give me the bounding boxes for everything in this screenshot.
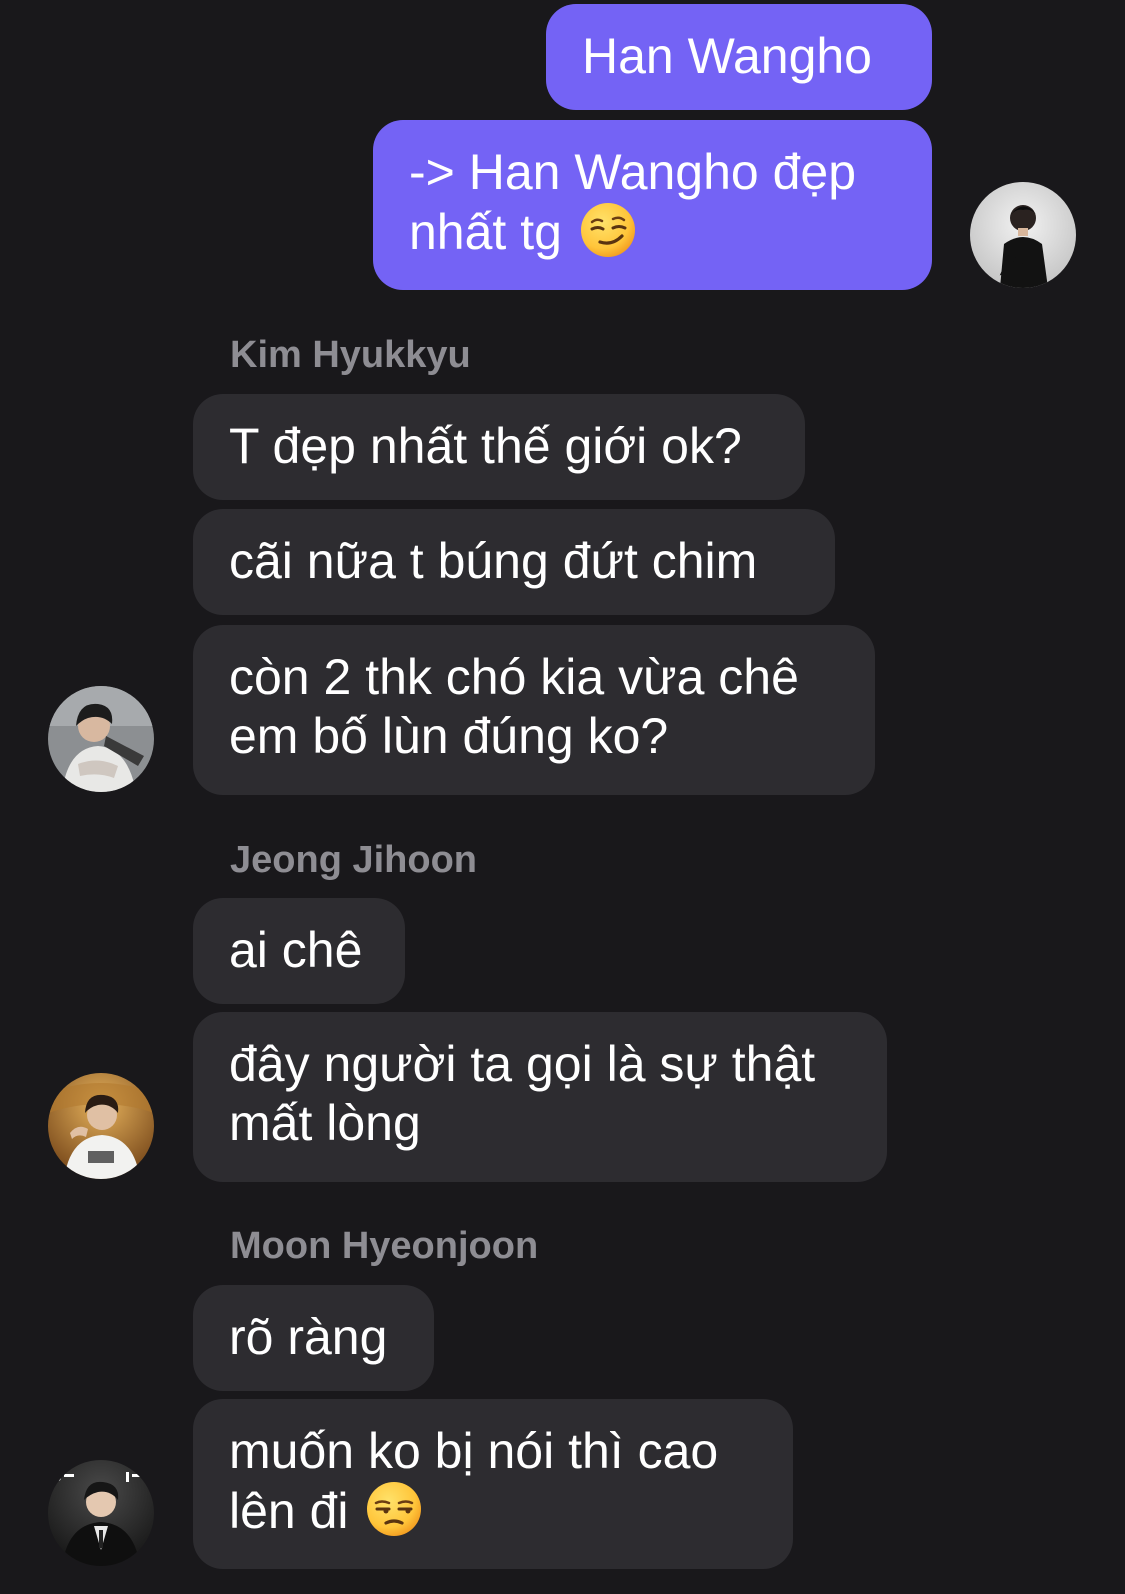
- outgoing-message-bubble[interactable]: -> Han Wangho đẹp nhất tg: [373, 120, 932, 290]
- unamused-face-emoji: [366, 1481, 422, 1537]
- message-text: ai chê: [229, 922, 363, 978]
- avatar-kim-hyukkyu[interactable]: [48, 686, 154, 792]
- message-text: rõ ràng: [229, 1309, 388, 1365]
- message-text-line: đây người ta gọi là sự thật: [229, 1036, 816, 1092]
- message-text-line: -> Han Wangho đẹp: [409, 144, 857, 200]
- incoming-message-bubble[interactable]: ai chê: [193, 898, 405, 1004]
- sender-name: Kim Hyukkyu: [230, 334, 471, 376]
- outgoing-message-bubble[interactable]: Han Wangho: [546, 4, 932, 110]
- incoming-message-bubble[interactable]: T đẹp nhất thế giới ok?: [193, 394, 805, 500]
- sender-name: Moon Hyeonjoon: [230, 1225, 539, 1267]
- message-text: cãi nữa t búng đứt chim: [229, 533, 758, 589]
- message-text-line: mất lòng: [229, 1095, 421, 1151]
- chat-thread[interactable]: Han Wangho -> Han Wangho đẹp nhất tg Kim…: [0, 0, 1125, 1594]
- message-text-line: còn 2 thk chó kia vừa chê: [229, 649, 799, 705]
- avatar-moon-hyeonjoon[interactable]: [48, 1460, 154, 1566]
- smirking-face-emoji: [580, 202, 636, 258]
- incoming-message-bubble[interactable]: đây người ta gọi là sự thật mất lòng: [193, 1012, 887, 1182]
- message-text-line: em bố lùn đúng ko?: [229, 708, 669, 764]
- incoming-message-bubble[interactable]: rõ ràng: [193, 1285, 434, 1391]
- sender-name: Jeong Jihoon: [230, 839, 477, 881]
- message-text-line: nhất tg: [409, 204, 562, 260]
- avatar-jeong-jihoon[interactable]: [48, 1073, 154, 1179]
- message-text-line: lên đi: [229, 1483, 349, 1539]
- incoming-message-bubble[interactable]: cãi nữa t búng đứt chim: [193, 509, 835, 615]
- avatar-self[interactable]: [970, 182, 1076, 288]
- message-text: T đẹp nhất thế giới ok?: [229, 418, 742, 474]
- message-text-line: muốn ko bị nói thì cao: [229, 1423, 719, 1479]
- incoming-message-bubble[interactable]: muốn ko bị nói thì cao lên đi: [193, 1399, 793, 1569]
- message-text: Han Wangho: [582, 28, 872, 84]
- incoming-message-bubble[interactable]: còn 2 thk chó kia vừa chê em bố lùn đúng…: [193, 625, 875, 795]
